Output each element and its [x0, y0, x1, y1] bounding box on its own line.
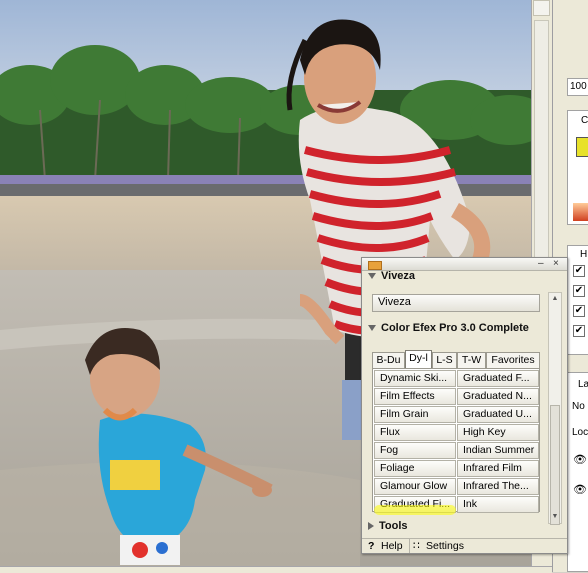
blend-mode-label[interactable]: No	[572, 401, 585, 412]
viveza-section-header[interactable]: Viveza	[368, 270, 415, 282]
filter-button[interactable]: Ink	[457, 496, 539, 513]
viveza-button[interactable]: Viveza	[372, 294, 540, 312]
lock-label: Loc	[572, 427, 588, 438]
settings-link[interactable]: Settings	[426, 539, 464, 553]
tab-b-du[interactable]: B-Du	[372, 352, 405, 368]
eye-icon[interactable]: 👁	[573, 453, 587, 466]
yellow-highlight-mark	[374, 505, 456, 515]
tab-favorites[interactable]: Favorites	[486, 352, 540, 368]
tools-section-header[interactable]: Tools	[368, 520, 408, 532]
zoom-value: 100	[570, 81, 587, 92]
scroll-up-button[interactable]	[533, 0, 550, 16]
history-checkbox[interactable]: ✔	[573, 305, 585, 317]
eye-icon[interactable]: 👁	[573, 483, 587, 496]
filter-button[interactable]: High Key	[457, 424, 539, 441]
panel-scrollbar[interactable]: ▲ ▼	[548, 292, 562, 525]
filter-category-tabs: B-Du Dy-l L-S T-W Favorites	[372, 350, 542, 368]
filter-button[interactable]: Graduated F...	[457, 370, 539, 387]
foreground-swatch[interactable]	[576, 137, 588, 157]
history-checkbox[interactable]: ✔	[573, 325, 585, 337]
filter-button[interactable]: Glamour Glow	[374, 478, 456, 495]
collapse-triangle-icon	[368, 273, 376, 280]
viveza-header-label: Viveza	[381, 270, 416, 282]
filter-button[interactable]: Fog	[374, 442, 456, 459]
panel-scroll-thumb[interactable]	[550, 405, 560, 525]
tab-l-s[interactable]: L-S	[432, 352, 457, 368]
filter-button[interactable]: Indian Summer	[457, 442, 539, 459]
help-link[interactable]: Help	[381, 539, 403, 553]
zoom-field[interactable]: 100	[567, 78, 588, 96]
tab-t-w[interactable]: T-W	[457, 352, 486, 368]
color-ramp[interactable]	[573, 203, 588, 221]
filter-button[interactable]: Film Effects	[374, 388, 456, 405]
settings-icon: ∷	[413, 540, 420, 552]
scroll-down-arrow-icon[interactable]: ▼	[549, 511, 561, 523]
panel-bottom-bar: ? Help ∷ Settings	[362, 538, 567, 553]
history-checkbox[interactable]: ✔	[573, 265, 585, 277]
filter-button[interactable]: Flux	[374, 424, 456, 441]
nik-app-icon	[368, 261, 382, 270]
filter-button-grid: Dynamic Ski... Graduated F... Film Effec…	[372, 368, 540, 513]
filter-button[interactable]: Film Grain	[374, 406, 456, 423]
filter-button[interactable]: Infrared Film	[457, 460, 539, 477]
filter-button[interactable]: Infrared The...	[457, 478, 539, 495]
expand-triangle-icon	[368, 522, 374, 531]
filter-button[interactable]: Dynamic Ski...	[374, 370, 456, 387]
tab-dy-l[interactable]: Dy-l	[405, 350, 432, 368]
minimize-button[interactable]: –	[538, 258, 544, 269]
colorefex-header-label: Color Efex Pro 3.0 Complete	[381, 322, 529, 334]
close-button[interactable]: ×	[553, 258, 559, 269]
colorefex-section-header[interactable]: Color Efex Pro 3.0 Complete	[368, 322, 529, 334]
help-icon: ?	[368, 540, 375, 552]
layers-panel-label: La	[578, 379, 588, 390]
filter-button[interactable]: Graduated U...	[457, 406, 539, 423]
filter-button[interactable]: Graduated N...	[457, 388, 539, 405]
color-panel-label: C	[581, 115, 588, 126]
tools-header-label: Tools	[379, 520, 408, 532]
nik-selective-tool-panel: – × Viveza Viveza Color Efex Pro 3.0 Com…	[361, 257, 568, 554]
bottom-divider	[409, 539, 410, 553]
filter-button[interactable]: Foliage	[374, 460, 456, 477]
scroll-up-arrow-icon[interactable]: ▲	[549, 293, 561, 305]
history-checkbox[interactable]: ✔	[573, 285, 585, 297]
history-panel: H	[567, 245, 588, 355]
history-panel-label: H	[580, 249, 588, 260]
color-panel: C	[567, 110, 588, 225]
layers-panel: La No Loc 👁 👁	[567, 372, 588, 572]
collapse-triangle-icon	[368, 325, 376, 332]
